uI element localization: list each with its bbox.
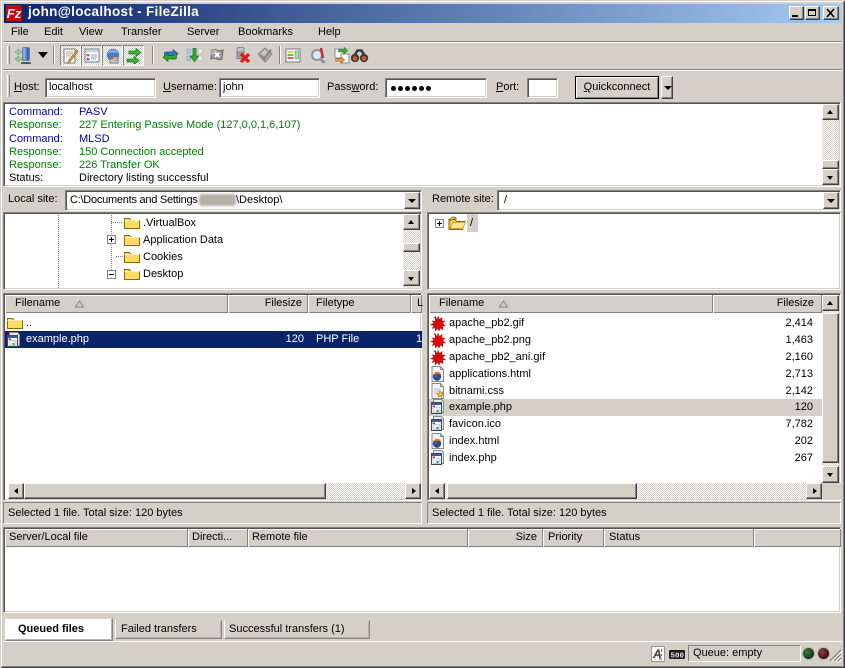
svg-text:500: 500 bbox=[671, 653, 685, 660]
